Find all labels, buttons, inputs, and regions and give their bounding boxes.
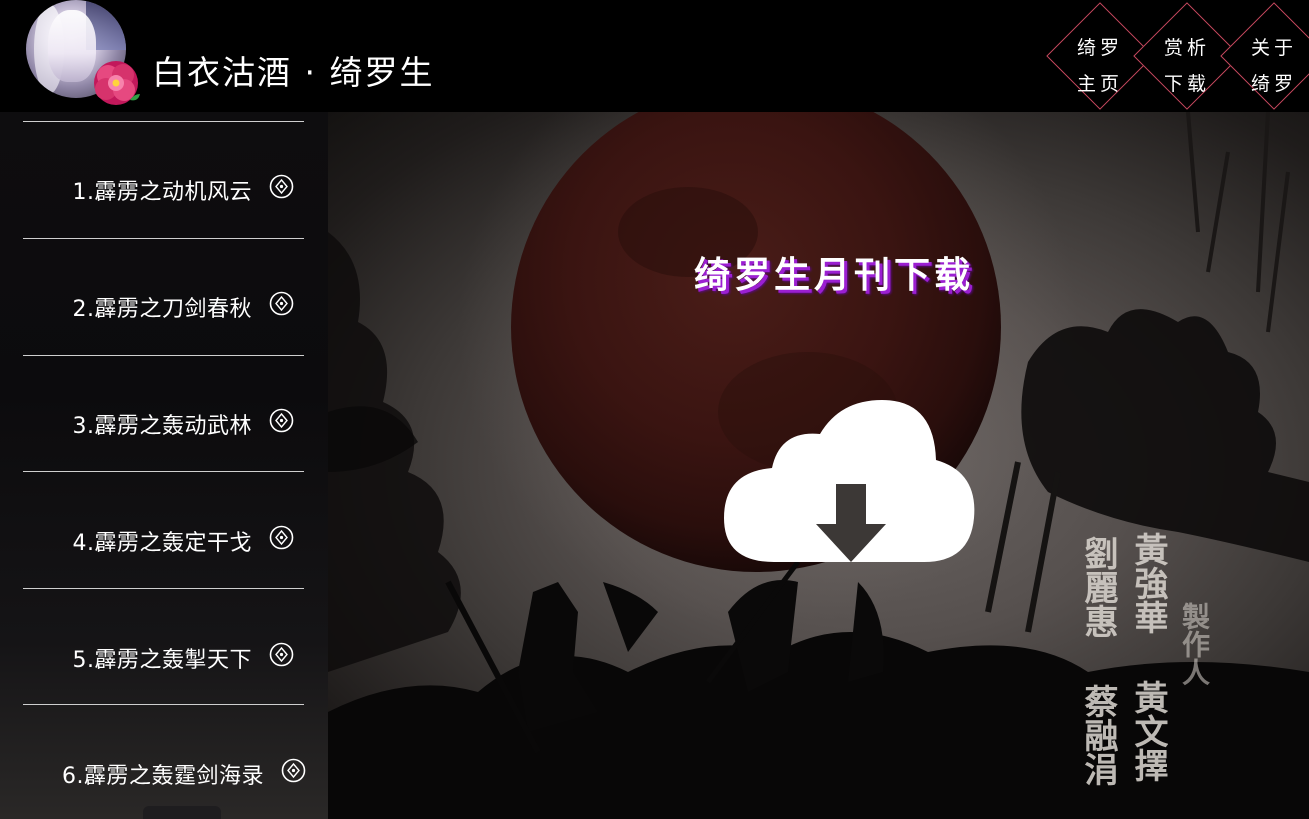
diamond-circle-icon xyxy=(269,291,294,316)
credits-overlay: 黃強華 劉麗惠 黃文擇 蔡融涓 製作人 xyxy=(1066,532,1226,812)
hero-title: 绮罗生月刊下载 xyxy=(694,254,975,296)
diamond-circle-icon xyxy=(269,174,294,199)
sidebar-divider xyxy=(23,121,304,122)
sidebar-item-2[interactable]: 2.霹雳之刀剑春秋 xyxy=(0,285,328,325)
header-bar: 白衣沽酒 · 绮罗生 绮罗 主页 赏析 下载 关于 绮罗 xyxy=(0,0,1309,112)
sidebar-item-label: 4.霹雳之轰定干戈 xyxy=(72,531,252,556)
credit-producer-2: 劉麗惠 xyxy=(1078,536,1118,638)
site-title[interactable]: 白衣沽酒 · 绮罗生 xyxy=(152,46,434,94)
sidebar-scroll-tab[interactable] xyxy=(143,806,221,819)
credit-producer-4: 蔡融涓 xyxy=(1078,684,1118,786)
sidebar-divider xyxy=(23,471,304,472)
sidebar xyxy=(0,112,328,819)
sidebar-item-label: 3.霹雳之轰动武林 xyxy=(72,414,252,439)
sidebar-item-label: 6.霹雳之轰霆剑海录 xyxy=(62,764,264,789)
diamond-circle-icon xyxy=(269,525,294,550)
diamond-circle-icon xyxy=(281,758,306,783)
sidebar-divider xyxy=(23,355,304,356)
credit-producer-1: 黃強華 xyxy=(1128,532,1168,634)
nav-about[interactable]: 关于 绮罗 xyxy=(1218,0,1309,112)
sidebar-item-label: 1.霹雳之动机风云 xyxy=(72,180,252,205)
sidebar-item-6[interactable]: 6.霹雳之轰霆剑海录 xyxy=(0,752,328,792)
peony-flower-icon xyxy=(94,61,140,105)
nav-about-label-2: 绮罗 xyxy=(1250,73,1297,95)
sidebar-item-label: 5.霹雳之轰掣天下 xyxy=(72,648,252,673)
diamond-circle-icon xyxy=(269,408,294,433)
sidebar-item-label: 2.霹雳之刀剑春秋 xyxy=(72,297,252,322)
credit-role: 製作人 xyxy=(1178,602,1211,686)
hero-banner: 绮罗生月刊下载 黃強華 劉麗惠 黃文擇 蔡融涓 製作人 xyxy=(328,112,1309,819)
nav-about-label-1: 关于 xyxy=(1250,37,1297,59)
sidebar-item-4[interactable]: 4.霹雳之轰定干戈 xyxy=(0,519,328,559)
sidebar-item-1[interactable]: 1.霹雳之动机风云 xyxy=(0,168,328,208)
cloud-download-icon[interactable] xyxy=(724,400,978,568)
sidebar-item-3[interactable]: 3.霹雳之轰动武林 xyxy=(0,402,328,442)
sidebar-item-5[interactable]: 5.霹雳之轰掣天下 xyxy=(0,636,328,676)
sidebar-divider xyxy=(23,238,304,239)
avatar-face xyxy=(48,10,96,82)
credit-producer-3: 黃文擇 xyxy=(1128,680,1168,782)
diamond-circle-icon xyxy=(269,642,294,667)
sidebar-divider xyxy=(23,588,304,589)
sidebar-divider xyxy=(23,704,304,705)
